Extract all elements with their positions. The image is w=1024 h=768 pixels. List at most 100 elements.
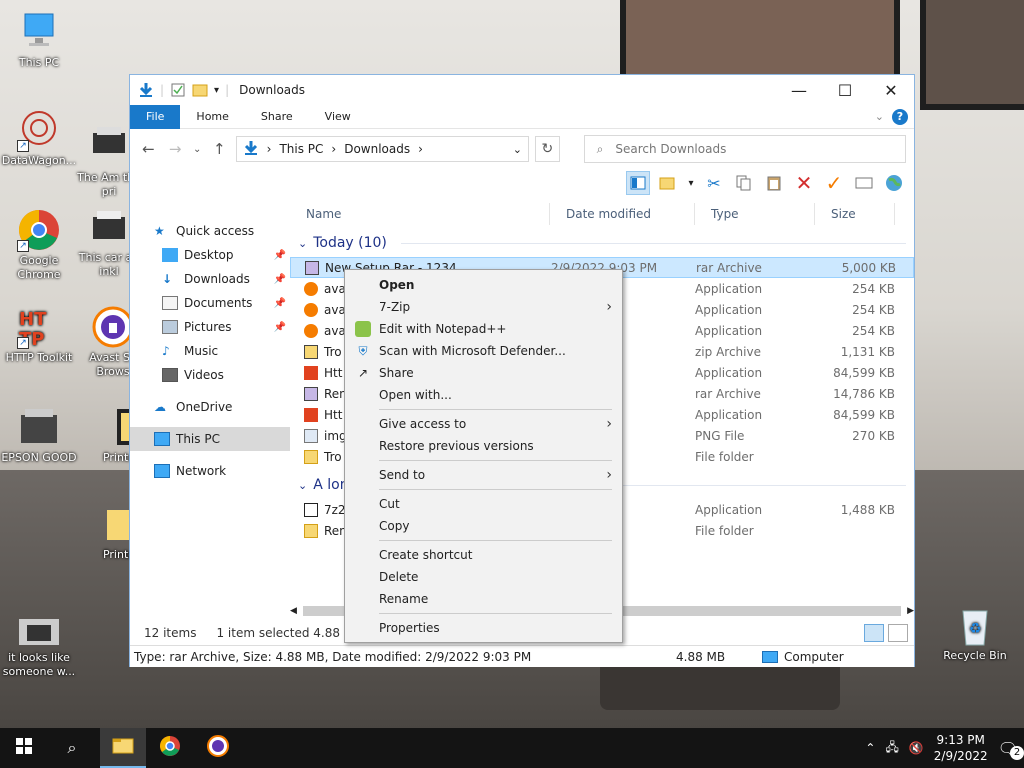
new-item-icon[interactable] (656, 171, 680, 195)
address-row: ← → ⌄ ↑ › This PC › Downloads › ⌄ ↻ ⌕ Se… (130, 129, 914, 169)
clock[interactable]: 9:13 PM 2/9/2022 (934, 732, 988, 764)
column-type[interactable]: Type (695, 203, 815, 225)
close-icon[interactable]: ✕ (868, 75, 914, 105)
properties-check-icon[interactable] (170, 82, 186, 98)
menu-item-give-access[interactable]: Give access to › (345, 413, 622, 435)
details-view-icon[interactable] (864, 624, 884, 642)
up-icon[interactable]: ↑ (209, 140, 230, 158)
search-input[interactable]: ⌕ Search Downloads (583, 135, 907, 163)
chevron-right-icon[interactable]: › (418, 142, 423, 156)
menu-item-send-to[interactable]: Send to › (345, 464, 622, 486)
nav-documents[interactable]: Documents 📌 (130, 291, 290, 315)
download-arrow-icon (138, 82, 154, 98)
maximize-icon[interactable]: ☐ (822, 75, 868, 105)
rename-icon[interactable] (852, 171, 876, 195)
checkmark-icon[interactable]: ✓ (822, 171, 846, 195)
desktop-icon-google-chrome[interactable]: ↗ Google Chrome (0, 208, 78, 282)
refresh-icon: ↻ (541, 141, 554, 157)
chrome-icon (159, 735, 181, 761)
taskbar-avast-browser[interactable] (194, 728, 242, 768)
desktop-icon-recycle-bin[interactable]: ♻ Recycle Bin (936, 603, 1014, 663)
folder-icon (304, 523, 318, 538)
dropdown-icon[interactable]: ▾ (686, 171, 696, 195)
copy-icon[interactable] (732, 171, 756, 195)
globe-icon[interactable] (882, 171, 906, 195)
tab-share[interactable]: Share (245, 105, 309, 129)
tab-file[interactable]: File (130, 104, 181, 129)
new-folder-icon[interactable] (192, 82, 208, 98)
network-icon[interactable]: 🖧 (885, 738, 898, 759)
menu-item-open[interactable]: Open (345, 274, 622, 296)
nav-network[interactable]: Network (130, 459, 290, 483)
notification-center-icon[interactable]: 🗨 2 (998, 739, 1024, 760)
taskbar-file-explorer[interactable] (100, 728, 146, 768)
toolbar-divider: | (160, 83, 165, 97)
menu-item-edit-notepad[interactable]: Edit with Notepad++ (345, 318, 622, 340)
breadcrumb-downloads[interactable]: Downloads (344, 142, 410, 156)
menu-item-open-with[interactable]: Open with... (345, 384, 622, 406)
menu-item-scan-defender[interactable]: ⛨ Scan with Microsoft Defender... (345, 340, 622, 362)
nav-onedrive[interactable]: ☁ OneDrive (130, 395, 290, 419)
zip-archive-icon (304, 344, 318, 359)
desktop-icon-datawagon[interactable]: ↗ DataWagon... (0, 108, 78, 168)
nav-this-pc[interactable]: This PC (130, 427, 290, 451)
chevron-up-icon[interactable]: ⌃ (865, 741, 875, 755)
address-bar[interactable]: › This PC › Downloads › ⌄ (235, 136, 529, 162)
column-name[interactable]: Name (290, 203, 550, 225)
search-button[interactable]: ⌕ (48, 728, 96, 768)
chevron-down-icon[interactable]: ⌄ (513, 143, 522, 156)
menu-item-create-shortcut[interactable]: Create shortcut (345, 544, 622, 566)
desktop-icon-this-pc[interactable]: This PC (0, 10, 78, 70)
nav-music[interactable]: ♪ Music (130, 339, 290, 363)
tab-view[interactable]: View (309, 105, 367, 129)
menu-item-7zip[interactable]: 7-Zip › (345, 296, 622, 318)
search-icon: ⌕ (596, 141, 604, 156)
title-bar: | ▾ | Downloads — ☐ ✕ (130, 75, 914, 105)
back-icon[interactable]: ← (138, 140, 159, 158)
breadcrumb-this-pc[interactable]: This PC (279, 142, 323, 156)
minimize-icon[interactable]: — (776, 75, 822, 105)
paste-icon[interactable] (762, 171, 786, 195)
item-count: 12 items (144, 626, 197, 640)
scroll-left-icon[interactable]: ◀ (290, 606, 297, 616)
notification-count: 2 (1010, 745, 1024, 760)
desktop-icon-epson-good[interactable]: EPSON GOOD (0, 405, 78, 465)
expand-ribbon-icon[interactable]: ⌄ (875, 110, 884, 123)
menu-item-delete[interactable]: Delete (345, 566, 622, 588)
forward-icon[interactable]: → (165, 140, 186, 158)
group-header-today[interactable]: ⌄ Today (10) (290, 229, 914, 257)
menu-item-copy[interactable]: Copy (345, 515, 622, 537)
column-date-modified[interactable]: Date modified (550, 203, 695, 225)
nav-desktop[interactable]: Desktop 📌 (130, 243, 290, 267)
windows-logo-icon (16, 738, 32, 758)
menu-item-restore-versions[interactable]: Restore previous versions (345, 435, 622, 457)
taskbar-chrome[interactable] (146, 728, 194, 768)
tab-home[interactable]: Home (180, 105, 244, 129)
help-icon[interactable]: ? (892, 108, 908, 125)
desktop-icon-http-toolkit[interactable]: HT TP ↗ HTTP Toolkit (0, 305, 78, 365)
nav-quick-access[interactable]: ★ Quick access (130, 219, 290, 243)
large-icons-view-icon[interactable] (888, 624, 908, 642)
preview-pane-icon[interactable] (626, 171, 650, 195)
menu-item-cut[interactable]: Cut (345, 493, 622, 515)
chevron-right-icon[interactable]: › (331, 142, 336, 156)
menu-item-share[interactable]: ↗ Share (345, 362, 622, 384)
column-size[interactable]: Size (815, 203, 895, 225)
menu-item-rename[interactable]: Rename (345, 588, 622, 610)
desktop-icon-it-looks-like[interactable]: it looks like someone w... (0, 617, 78, 679)
computer-icon (762, 650, 778, 663)
menu-item-properties[interactable]: Properties (345, 617, 622, 639)
chevron-right-icon[interactable]: › (267, 142, 272, 156)
recent-locations-icon[interactable]: ⌄ (192, 144, 203, 155)
nav-pictures[interactable]: Pictures 📌 (130, 315, 290, 339)
volume-muted-icon[interactable]: 🔇 (909, 741, 924, 755)
customize-qat-icon[interactable]: ▾ (214, 85, 219, 96)
delete-icon[interactable]: ✕ (792, 171, 816, 195)
printer-icon (87, 125, 131, 169)
refresh-button[interactable]: ↻ (535, 136, 560, 162)
cut-icon[interactable]: ✂ (702, 171, 726, 195)
nav-downloads[interactable]: ↓ Downloads 📌 (130, 267, 290, 291)
nav-videos[interactable]: Videos (130, 363, 290, 387)
start-button[interactable] (0, 728, 48, 768)
scroll-right-icon[interactable]: ▶ (907, 606, 914, 616)
